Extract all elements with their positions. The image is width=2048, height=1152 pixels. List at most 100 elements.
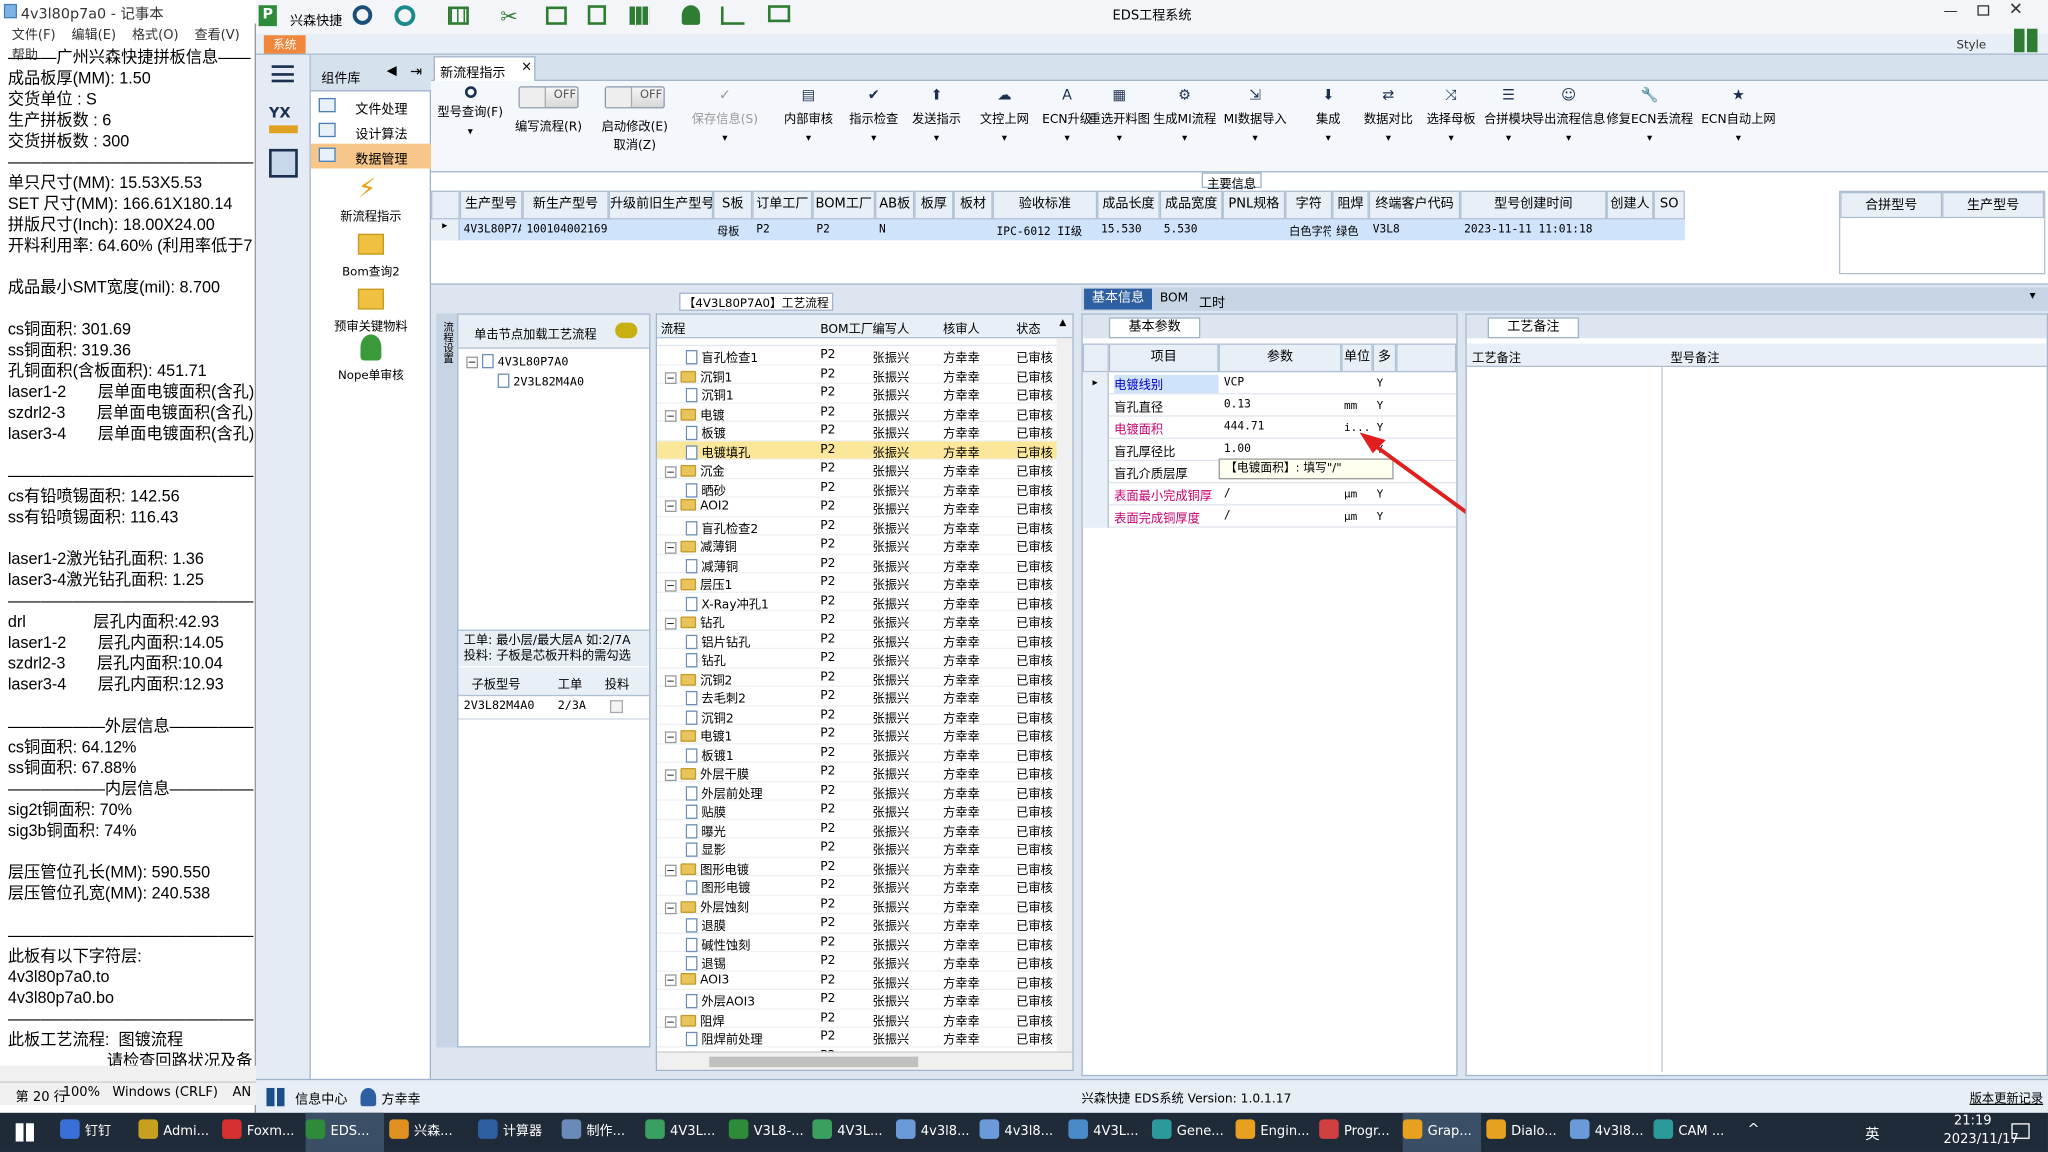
col-header[interactable]: BOM工厂 xyxy=(812,190,876,220)
scissors-icon[interactable]: ✂ xyxy=(500,4,518,29)
comment-icon[interactable] xyxy=(615,322,638,339)
flow-row[interactable]: − 电镀1 P2 张振兴 方幸幸 已审核 xyxy=(656,725,1073,744)
close-button[interactable]: ✕ xyxy=(2009,0,2023,20)
nav-item-file-processing[interactable]: 文件处理 xyxy=(311,94,431,119)
flow-row[interactable]: − 减薄铜 P2 张振兴 方幸幸 已审核 xyxy=(656,536,1073,555)
tool-nope-review[interactable]: Nope单审核 xyxy=(311,334,431,389)
flow-row[interactable]: 盲孔检查1 P2 张振兴 方幸幸 已审核 xyxy=(656,346,1073,366)
flow-row[interactable]: 阻焊前处理 P2 张振兴 方幸幸 已审核 xyxy=(656,1028,1073,1047)
taskbar-item[interactable]: 制作... xyxy=(561,1113,640,1152)
flow-row[interactable]: 沉铜2 P2 张振兴 方幸幸 已审核 xyxy=(656,706,1073,726)
flow-row[interactable]: − 外层干膜 P2 张振兴 方幸幸 已审核 xyxy=(656,763,1073,782)
col-header[interactable]: 成品长度 xyxy=(1097,190,1160,220)
col-header[interactable]: 生产型号 xyxy=(459,190,523,220)
menu-format[interactable]: 格式(O) xyxy=(132,29,179,43)
user-icon[interactable] xyxy=(681,5,701,25)
taskbar-item[interactable]: 4v3l8... xyxy=(1569,1113,1648,1152)
flow-row[interactable]: 铝片钻孔 P2 张振兴 方幸幸 已审核 xyxy=(656,630,1073,650)
flow-row[interactable]: 盲孔检查2 P2 张振兴 方幸幸 已审核 xyxy=(656,517,1073,536)
flow-row[interactable]: 退膜 P2 张振兴 方幸幸 已审核 xyxy=(656,914,1073,934)
flow-row[interactable]: − 阻焊 P2 张振兴 方幸幸 已审核 xyxy=(656,1009,1073,1029)
ribbon-button-1[interactable]: ✓ 保存信息(S) ▾ xyxy=(687,86,763,164)
menu-file[interactable]: 文件(F) xyxy=(12,29,56,43)
globe-icon[interactable] xyxy=(394,5,416,27)
col-header[interactable]: 板材 xyxy=(953,190,993,220)
col-header[interactable]: 单位 xyxy=(1341,343,1373,373)
taskbar-item[interactable]: Dialo... xyxy=(1486,1113,1564,1152)
param-row[interactable]: ▸ 电镀线别 VCP Y xyxy=(1082,372,1457,395)
flow-row[interactable]: 减薄铜 P2 张振兴 方幸幸 已审核 xyxy=(656,554,1073,574)
tree-collapse-icon[interactable]: − xyxy=(664,466,677,479)
flow-row[interactable]: 电镀填孔 P2 张振兴 方幸幸 已审核 xyxy=(656,440,1073,460)
flow-row[interactable]: 板镀 P2 张振兴 方幸幸 已审核 xyxy=(656,422,1073,441)
toggle-switch[interactable]: OFF xyxy=(518,86,579,109)
tree-collapse-icon[interactable]: − xyxy=(664,542,677,554)
param-value[interactable]: 1.00 xyxy=(1224,443,1342,456)
col-header[interactable]: 板厚 xyxy=(914,190,954,220)
model-note-textarea[interactable] xyxy=(1665,367,2044,1072)
chevron-left-icon[interactable]: ◀ xyxy=(387,64,397,78)
col-header[interactable]: 流程 xyxy=(661,319,820,337)
col-header[interactable]: SO xyxy=(1653,190,1685,220)
clock-time[interactable]: 21:19 xyxy=(1954,1114,1992,1128)
flow-row[interactable]: − 钻孔 P2 张振兴 方幸幸 已审核 xyxy=(656,611,1073,631)
param-value[interactable]: / xyxy=(1224,487,1342,500)
menu-view[interactable]: 查看(V) xyxy=(195,29,240,43)
taskbar-item[interactable]: 计算器 xyxy=(478,1113,556,1152)
tree-collapse-icon[interactable]: − xyxy=(466,356,479,369)
flow-row[interactable]: − AOI2 P2 张振兴 方幸幸 已审核 xyxy=(656,498,1073,517)
scrollbar-thumb[interactable] xyxy=(709,1056,919,1068)
database-icon[interactable] xyxy=(269,148,298,178)
monitor-icon[interactable] xyxy=(767,5,791,23)
taskbar-item[interactable]: 兴森... xyxy=(389,1113,467,1152)
notepad-scrollbar[interactable] xyxy=(0,1065,256,1082)
table-icon[interactable] xyxy=(447,6,469,25)
col-header[interactable]: 终端客户代码 xyxy=(1368,190,1461,220)
maximize-button[interactable] xyxy=(1977,5,1990,16)
tree-collapse-icon[interactable]: − xyxy=(664,1015,677,1028)
tab-basic-info[interactable]: 基本信息 xyxy=(1084,288,1152,310)
taskbar-item[interactable]: Foxm... xyxy=(222,1113,300,1152)
search-icon[interactable] xyxy=(352,5,373,25)
taskbar-item[interactable]: Gene... xyxy=(1151,1113,1230,1152)
flow-row[interactable]: − 沉铜2 P2 张振兴 方幸幸 已审核 xyxy=(656,668,1073,688)
col-header[interactable]: 字符 xyxy=(1285,190,1333,220)
taskbar-item[interactable]: 4V3L... xyxy=(1068,1113,1146,1152)
hamburger-menu-icon[interactable] xyxy=(271,65,294,83)
param-value[interactable]: VCP xyxy=(1224,376,1342,389)
col-header[interactable]: 成品宽度 xyxy=(1159,190,1223,220)
flow-row[interactable]: 外层前处理 P2 张振兴 方幸幸 已审核 xyxy=(656,782,1073,801)
flow-row[interactable]: 外层AOI3 P2 张振兴 方幸幸 已审核 xyxy=(656,990,1073,1010)
ribbon-button-5[interactable]: ☁ 文控上网 ▾ xyxy=(969,86,1040,164)
vertical-scrollbar[interactable] xyxy=(1056,338,1073,1052)
clock-date[interactable]: 2023/11/17 xyxy=(1943,1132,2018,1146)
tree-collapse-icon[interactable]: − xyxy=(664,409,677,422)
ribbon-button-3[interactable]: ✔ 指示检查 ▾ xyxy=(839,86,910,164)
tab-close-icon[interactable]: × xyxy=(521,60,532,74)
col-header[interactable]: 升级前旧生产型号 xyxy=(608,190,714,220)
menu-edit[interactable]: 编辑(E) xyxy=(72,29,117,43)
tree-collapse-icon[interactable]: − xyxy=(664,617,677,630)
col-header[interactable]: 多 xyxy=(1372,343,1397,373)
tab-process-notes[interactable]: 工艺备注 xyxy=(1487,317,1580,339)
model-query-button[interactable]: 型号查询(F) ▾ xyxy=(434,86,507,164)
col-header[interactable]: 型号创建时间 xyxy=(1460,190,1607,220)
ribbon-button-11[interactable]: ⇄ 数据对比 ▾ xyxy=(1353,86,1424,164)
flow-row[interactable]: 图形电镀 P2 张振兴 方幸幸 已审核 xyxy=(656,876,1073,896)
flow-row[interactable]: − 电镀 P2 张振兴 方幸幸 已审核 xyxy=(656,403,1073,423)
notification-icon[interactable] xyxy=(2011,1123,2030,1139)
ribbon-button-7[interactable]: ▦ 重选开料图 ▾ xyxy=(1084,86,1155,164)
tree-collapse-icon[interactable]: − xyxy=(664,901,677,914)
param-value[interactable]: 444.71 xyxy=(1224,421,1342,434)
ribbon-button-9[interactable]: ⇲ MI数据导入 ▾ xyxy=(1220,86,1291,164)
notepad-text-area[interactable]: ———广州兴森快捷拼板信息—— 成品板厚(MM): 1.50 交货单位 : S 生产拼… xyxy=(8,47,254,1068)
ribbon-button-8[interactable]: ⚙ 生成MI流程 ▾ xyxy=(1149,86,1220,164)
flow-row[interactable]: − AOI3 P2 张振兴 方幸幸 已审核 xyxy=(656,971,1073,991)
flow-row[interactable]: 退锡 P2 张振兴 方幸幸 已审核 xyxy=(656,952,1073,972)
flow-row[interactable]: 去毛刺2 P2 张振兴 方幸幸 已审核 xyxy=(656,687,1073,707)
vertical-tab-flow-settings[interactable]: 流程设置 xyxy=(439,321,455,373)
chart-icon[interactable] xyxy=(720,6,745,25)
start-button[interactable] xyxy=(15,1123,34,1142)
film-icon[interactable] xyxy=(545,6,567,25)
tree-collapse-icon[interactable]: − xyxy=(664,863,677,876)
